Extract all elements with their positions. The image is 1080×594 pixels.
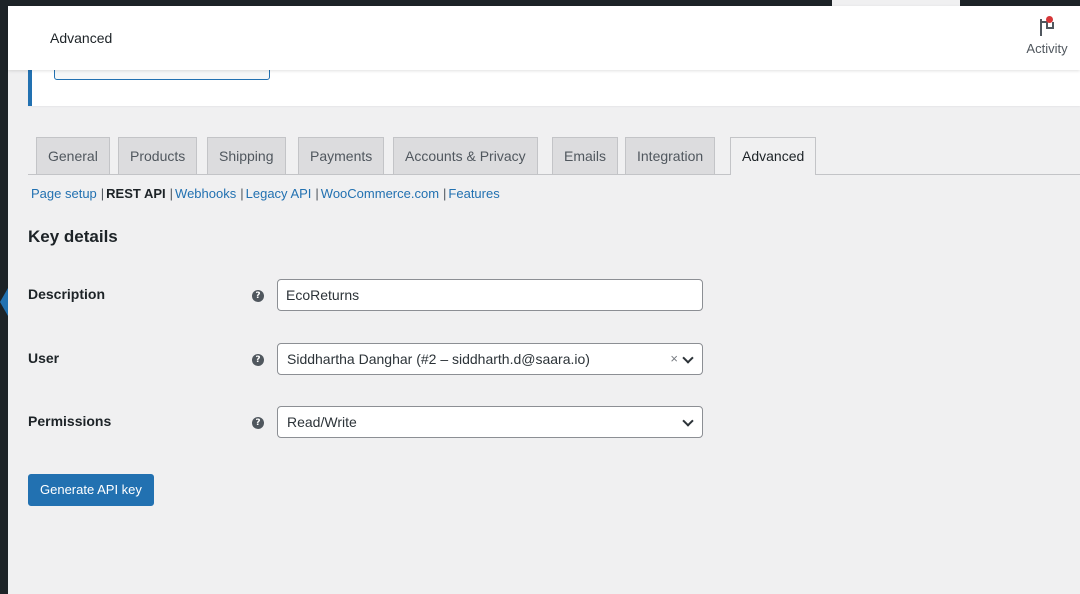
tab-payments[interactable]: Payments xyxy=(298,137,385,174)
subnav-webhooks[interactable]: Webhooks xyxy=(175,186,236,201)
tab-emails[interactable]: Emails xyxy=(552,137,619,174)
flag-icon xyxy=(1037,16,1057,38)
user-select-value: Siddhartha Danghar (#2 – siddharth.d@saa… xyxy=(287,351,590,367)
description-label: Description xyxy=(28,286,106,302)
tab-integration[interactable]: Integration xyxy=(625,137,716,174)
description-input[interactable]: EcoReturns xyxy=(277,279,703,311)
clear-icon[interactable]: × xyxy=(670,344,678,374)
activity-button[interactable]: Activity xyxy=(1022,16,1072,56)
help-icon[interactable]: ? xyxy=(252,417,264,429)
description-value: EcoReturns xyxy=(286,287,360,303)
activity-label: Activity xyxy=(1026,41,1068,56)
section-title: Key details xyxy=(28,227,118,246)
tab-general[interactable]: General xyxy=(36,137,110,174)
tab-shipping[interactable]: Shipping xyxy=(207,137,286,174)
tab-accounts-privacy[interactable]: Accounts & Privacy xyxy=(393,137,538,174)
subnav-page-setup[interactable]: Page setup xyxy=(31,186,97,201)
tab-products[interactable]: Products xyxy=(118,137,198,174)
section-subnav: Page setup | REST API | Webhooks | Legacy API |… xyxy=(31,186,500,201)
tab-advanced[interactable]: Advanced xyxy=(730,137,817,175)
help-icon[interactable]: ? xyxy=(252,354,264,366)
chevron-down-icon xyxy=(682,352,694,364)
page-header: Advanced Activity xyxy=(8,6,1080,70)
help-icon[interactable]: ? xyxy=(252,290,264,302)
permissions-select-value: Read/Write xyxy=(287,414,357,430)
subnav-legacy-api[interactable]: Legacy API xyxy=(246,186,312,201)
subnav-features[interactable]: Features xyxy=(448,186,499,201)
notification-dot xyxy=(1046,16,1053,23)
chevron-down-icon xyxy=(682,415,694,427)
tabs-divider xyxy=(28,174,1080,175)
permissions-select[interactable]: Read/Write xyxy=(277,406,703,438)
user-label: User xyxy=(28,350,60,366)
subnav-rest-api[interactable]: REST API xyxy=(106,186,165,201)
permissions-label: Permissions xyxy=(28,413,112,429)
sidebar-current-indicator xyxy=(0,288,8,316)
subnav-woocommerce-com[interactable]: WooCommerce.com xyxy=(321,186,439,201)
page-title: Advanced xyxy=(50,30,113,46)
user-select[interactable]: Siddhartha Danghar (#2 – siddharth.d@saa… xyxy=(277,343,703,375)
generate-api-key-button[interactable]: Generate API key xyxy=(28,474,154,506)
